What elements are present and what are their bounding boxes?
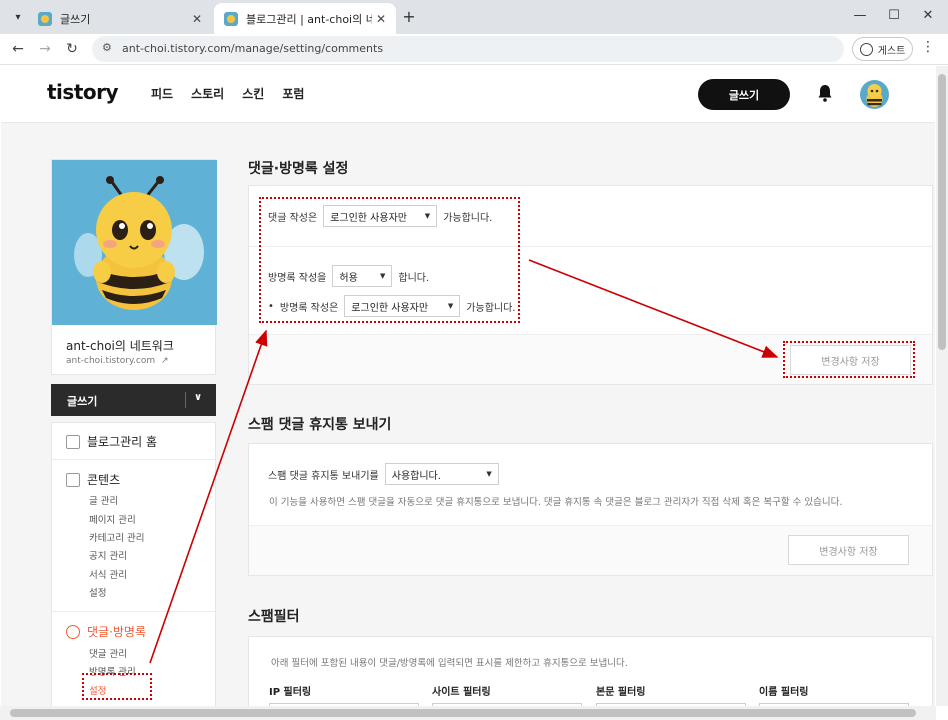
sidebar-write-label: 글쓰기	[67, 395, 98, 408]
page-viewport: tistory 피드 스토리 스킨 포럼 글쓰기 ant-choi의 네트워크 …	[1, 66, 935, 706]
guest-label: 게스트	[877, 45, 906, 57]
chevron-down-icon[interactable]: ∨	[194, 392, 202, 403]
panel-footer: 변경사항 저장	[249, 525, 932, 575]
spam-filter-title: 스팸필터	[248, 609, 300, 625]
tab-title: 글쓰기	[60, 12, 91, 26]
favicon-icon	[38, 11, 52, 26]
window-close-icon[interactable]: ✕	[917, 6, 939, 26]
more-menu-icon[interactable]: ⋮	[920, 39, 936, 55]
divider	[52, 459, 215, 460]
document-icon	[66, 472, 80, 487]
highlight-box-save	[783, 341, 915, 378]
address-bar[interactable]: ⚙ ant-choi.tistory.com/manage/setting/co…	[92, 36, 844, 62]
browser-tab-write[interactable]: 글쓰기 ✕	[28, 3, 212, 34]
close-icon[interactable]: ✕	[372, 12, 390, 26]
blog-url: ant-choi.tistory.com	[66, 356, 156, 366]
spam-save-button[interactable]: 변경사항 저장	[788, 535, 909, 565]
browser-toolbar: ← → ↻ ⚙ ant-choi.tistory.com/manage/sett…	[0, 34, 948, 65]
spam-trash-panel: 스팸 댓글 휴지통 보내기를 사용합니다. ▼ 이 기능을 사용하면 스팸 댓글…	[248, 443, 933, 576]
sidebar-subitem-comment-manage[interactable]: 댓글 관리	[89, 646, 127, 660]
tab-title: 블로그관리 | ant-choi의 네트워크	[246, 12, 372, 26]
spam-filter-description: 아래 필터에 포함된 내용이 댓글/방명록에 입력되면 표시를 제한하고 휴지통…	[271, 658, 628, 669]
tistory-logo[interactable]: tistory	[47, 80, 119, 104]
scrollbar-thumb[interactable]	[938, 74, 946, 350]
spam-trash-title: 스팸 댓글 휴지통 보내기	[248, 417, 392, 433]
highlight-box-settings	[259, 197, 520, 323]
nav-story[interactable]: 스토리	[191, 85, 224, 102]
back-icon[interactable]: ←	[8, 39, 28, 59]
spam-trash-prefix: 스팸 댓글 휴지통 보내기를	[268, 470, 379, 482]
blog-url-link[interactable]: ant-choi.tistory.com ↗	[66, 356, 169, 366]
maximize-icon[interactable]: ☐	[883, 6, 905, 26]
chevron-down-icon: ▾	[15, 11, 21, 23]
sidebar-item-label: 블로그관리 홈	[87, 435, 158, 449]
speech-bubble-icon	[66, 624, 80, 639]
vertical-scrollbar[interactable]	[936, 66, 948, 706]
highlight-box-sidebar-settings	[82, 673, 152, 700]
nav-skin[interactable]: 스킨	[242, 85, 264, 102]
reload-icon[interactable]: ↻	[62, 39, 82, 59]
spam-filter-panel: 아래 필터에 포함된 내용이 댓글/방명록에 입력되면 표시를 제한하고 휴지통…	[248, 636, 933, 706]
sidebar-write-button[interactable]: 글쓰기 ∨	[51, 384, 216, 416]
header-write-button[interactable]: 글쓰기	[698, 79, 790, 110]
sidebar-subitem-categories[interactable]: 카테고리 관리	[89, 530, 144, 544]
blog-profile-card: ant-choi의 네트워크 ant-choi.tistory.com ↗	[51, 159, 217, 375]
ip-filter-label: IP 필터링	[269, 687, 312, 698]
spam-trash-description: 이 기능을 사용하면 스팸 댓글을 자동으로 댓글 휴지통으로 보냅니다. 댓글…	[269, 497, 843, 508]
divider	[185, 392, 186, 408]
sidebar-subitem-notices[interactable]: 공지 관리	[89, 548, 127, 562]
external-link-icon: ↗	[160, 356, 169, 366]
profile-guest-button[interactable]: 게스트	[852, 37, 913, 61]
nav-forum[interactable]: 포럼	[282, 85, 304, 102]
blog-profile-image[interactable]	[52, 160, 217, 325]
triangle-down-icon: ▼	[486, 470, 492, 478]
sidebar-subitem-posts[interactable]: 글 관리	[89, 493, 118, 507]
sidebar-item-contents[interactable]: 콘텐츠	[66, 471, 120, 488]
nav-feed[interactable]: 피드	[151, 85, 173, 102]
site-header: tistory 피드 스토리 스킨 포럼 글쓰기	[1, 66, 935, 123]
sidebar-subitem-templates[interactable]: 서식 관리	[89, 567, 127, 581]
site-info-icon[interactable]: ⚙	[102, 41, 112, 54]
person-icon	[859, 42, 873, 56]
site-filter-label: 사이트 필터링	[432, 687, 491, 698]
forward-icon[interactable]: →	[35, 39, 55, 59]
global-nav: 피드 스토리 스킨 포럼	[151, 85, 304, 102]
name-filter-label: 이름 필터링	[759, 687, 809, 698]
spam-trash-row: 스팸 댓글 휴지통 보내기를 사용합니다. ▼	[268, 463, 499, 485]
select-value: 사용합니다.	[391, 470, 441, 482]
tab-search-button[interactable]: ▾	[6, 5, 30, 29]
user-avatar[interactable]	[860, 80, 889, 109]
comment-settings-title: 댓글·방명록 설정	[248, 161, 349, 177]
bell-icon[interactable]	[817, 84, 833, 102]
sidebar-menu: 블로그관리 홈 콘텐츠 글 관리 페이지 관리 카테고리 관리 공지 관리 서식…	[51, 422, 216, 706]
url-text[interactable]: ant-choi.tistory.com/manage/setting/comm…	[122, 42, 383, 55]
scrollbar-thumb[interactable]	[10, 709, 916, 717]
spam-trash-select[interactable]: 사용합니다. ▼	[384, 463, 499, 485]
home-icon	[66, 434, 80, 449]
sidebar-subitem-contents-settings[interactable]: 설정	[89, 585, 106, 599]
sidebar-subitem-pages[interactable]: 페이지 관리	[89, 512, 136, 526]
horizontal-scrollbar[interactable]	[0, 706, 936, 720]
sidebar-item-label: 콘텐츠	[87, 473, 121, 487]
sidebar-item-home[interactable]: 블로그관리 홈	[66, 433, 157, 450]
divider	[52, 611, 215, 612]
blog-name[interactable]: ant-choi의 네트워크	[66, 337, 174, 354]
content-filter-label: 본문 필터링	[596, 687, 646, 698]
sidebar-item-label: 댓글·방명록	[87, 625, 147, 639]
new-tab-button[interactable]: +	[399, 7, 419, 27]
sidebar-item-comments[interactable]: 댓글·방명록	[66, 623, 146, 640]
browser-tab-manage[interactable]: 블로그관리 | ant-choi의 네트워크 ✕	[214, 3, 396, 34]
close-icon[interactable]: ✕	[188, 12, 206, 26]
minimize-icon[interactable]: —	[849, 6, 871, 26]
favicon-icon	[224, 11, 238, 26]
browser-tab-bar: ▾ 글쓰기 ✕ 블로그관리 | ant-choi의 네트워크 ✕ + — ☐ ✕	[0, 0, 948, 34]
